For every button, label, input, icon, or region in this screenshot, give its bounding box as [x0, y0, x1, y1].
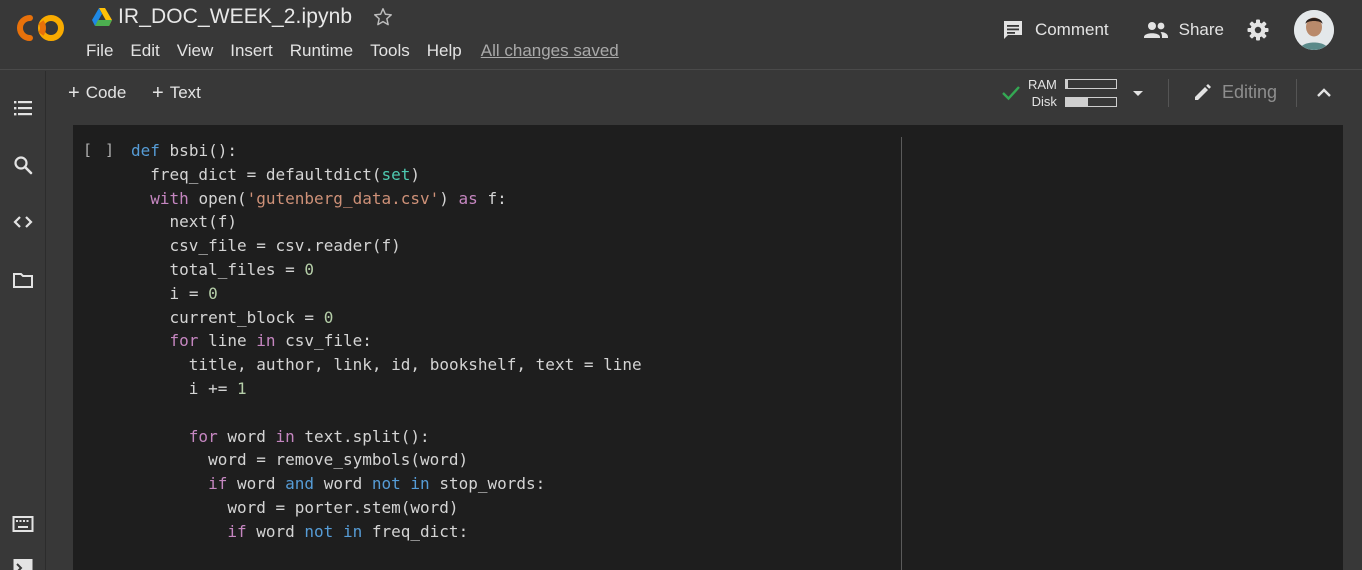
menu-view[interactable]: View [177, 41, 214, 61]
code-line: word = remove_symbols(word) [208, 450, 469, 470]
code-editor[interactable]: def bsbi(): freq_dict = defaultdict(set)… [131, 139, 642, 544]
header-actions: Comment Share [1001, 0, 1362, 60]
code-snippets-icon[interactable] [12, 211, 34, 233]
star-icon[interactable] [372, 6, 394, 28]
avatar-portrait [1294, 10, 1334, 50]
search-icon[interactable] [12, 154, 34, 176]
ram-bar [1064, 79, 1117, 89]
code-cell[interactable]: [ ] def bsbi(): freq_dict = defaultdict(… [73, 125, 1343, 570]
add-text-label: Text [169, 83, 201, 102]
comment-label: Comment [1034, 20, 1109, 39]
editing-mode-button[interactable]: Editing [1192, 81, 1277, 103]
terminal-icon[interactable] [12, 557, 34, 570]
user-avatar[interactable] [1294, 10, 1334, 50]
runtime-resources[interactable]: RAM Disk [1000, 76, 1145, 110]
command-palette-icon[interactable] [12, 513, 34, 535]
code-line: for line in csv_file: [169, 331, 372, 351]
code-line: with open('gutenberg_data.csv') as f: [150, 188, 507, 208]
code-line: current_block = 0 [169, 307, 334, 327]
menu-tools[interactable]: Tools [370, 41, 410, 61]
plus-icon: + [152, 82, 164, 104]
connected-check-icon [1002, 86, 1020, 101]
code-line: if word not in freq_dict: [227, 521, 469, 541]
plus-icon: + [68, 82, 80, 104]
notebook-main: [ ] def bsbi(): freq_dict = defaultdict(… [46, 117, 1362, 570]
code-line: csv_file = csv.reader(f) [169, 236, 401, 256]
people-icon [1143, 22, 1168, 38]
menu-runtime[interactable]: Runtime [290, 41, 353, 61]
comment-button[interactable]: Comment [1001, 18, 1109, 42]
comment-icon [1003, 21, 1022, 39]
pencil-icon [1195, 84, 1211, 100]
code-line: title, author, link, id, bookshelf, text… [188, 355, 642, 375]
editing-label: Editing [1222, 81, 1278, 102]
menu-insert[interactable]: Insert [230, 41, 273, 61]
toolbar-divider [1296, 79, 1297, 107]
add-text-button[interactable]: + Text [152, 83, 201, 103]
table-of-contents-icon[interactable] [12, 97, 34, 119]
add-code-label: Code [85, 83, 127, 102]
code-line: freq_dict = defaultdict(set) [150, 164, 421, 184]
ram-bar-fill [1065, 80, 1069, 88]
resource-labels: RAM Disk [1028, 76, 1057, 110]
app-header: IR_DOC_WEEK_2.ipynb File Edit View Inser… [0, 0, 1362, 70]
title-row: IR_DOC_WEEK_2.ipynb [92, 4, 394, 30]
save-status[interactable]: All changes saved [481, 41, 619, 61]
code-line: total_files = 0 [169, 259, 315, 279]
disk-bar-fill [1065, 98, 1089, 106]
toolbar-divider [1168, 79, 1169, 107]
resource-bars [1064, 79, 1117, 107]
chevron-up-icon[interactable] [1314, 83, 1334, 103]
line-length-ruler [901, 137, 902, 570]
code-line: for word in text.split(): [188, 426, 430, 446]
disk-label: Disk [1031, 94, 1057, 109]
share-label: Share [1178, 20, 1224, 39]
settings-gear-icon[interactable] [1246, 18, 1270, 42]
menu-bar: File Edit View Insert Runtime Tools Help… [86, 40, 619, 62]
add-code-button[interactable]: + Code [68, 83, 126, 103]
folder-icon[interactable] [12, 269, 34, 291]
ram-label: RAM [1028, 77, 1057, 92]
code-line: i += 1 [188, 378, 247, 398]
menu-help[interactable]: Help [427, 41, 462, 61]
colab-logo[interactable] [14, 12, 68, 44]
menu-file[interactable]: File [86, 41, 113, 61]
code-line: next(f) [169, 212, 237, 232]
google-drive-icon[interactable] [92, 8, 112, 26]
notebook-title[interactable]: IR_DOC_WEEK_2.ipynb [118, 5, 352, 29]
menu-edit[interactable]: Edit [130, 41, 159, 61]
code-line: def bsbi(): [131, 141, 237, 160]
code-line: if word and word not in stop_words: [208, 474, 546, 494]
cell-run-indicator[interactable]: [ ] [83, 141, 116, 159]
colab-window: IR_DOC_WEEK_2.ipynb File Edit View Inser… [0, 0, 1362, 570]
code-line: i = 0 [169, 283, 218, 303]
notebook-toolbar: + Code + Text RAM Disk Editing [46, 71, 1362, 117]
share-button[interactable]: Share [1143, 18, 1224, 42]
caret-down-icon[interactable] [1131, 86, 1145, 100]
left-sidebar [0, 71, 46, 570]
disk-bar [1064, 97, 1117, 107]
code-line: word = porter.stem(word) [227, 497, 459, 517]
